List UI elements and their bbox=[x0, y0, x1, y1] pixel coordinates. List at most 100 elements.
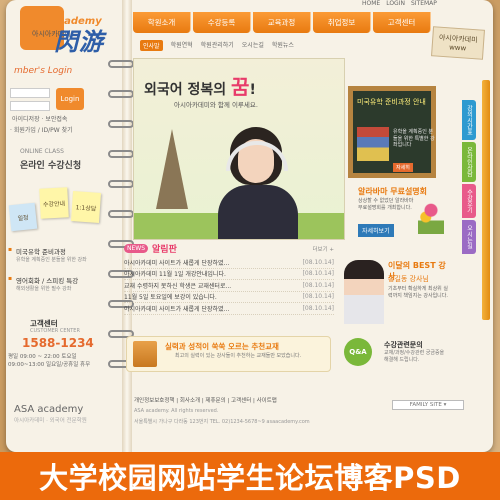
notice-row[interactable]: 아시아카데미 11월 1일 개강안내입니다. [08.10.14] bbox=[124, 269, 334, 280]
login-button[interactable]: Login bbox=[56, 88, 84, 110]
pencil-decoration bbox=[482, 80, 490, 320]
hero-title: 외국어 정복의 꿈! bbox=[144, 71, 256, 100]
notice-title: 알림판 bbox=[152, 245, 177, 255]
family-site-select[interactable]: FAMILY SITE ▾ bbox=[392, 400, 464, 410]
side-item-speaking[interactable]: 영어회화 / 스피킹 특강 해외생활을 위한 필수 강좌 bbox=[8, 273, 103, 294]
book-icon bbox=[133, 341, 157, 367]
footer-address: 서울특별시 가나구 다라동 123번지 TEL. 02)1234-5678~9 … bbox=[134, 419, 310, 425]
binder-ring bbox=[108, 60, 134, 68]
sub-nav: 인사말 학원연혁 학원관리하기 오시는길 학원뉴스 bbox=[140, 40, 294, 51]
recommended-textbook-box[interactable]: 실력과 성적이 쑥쑥 오르는 추천교재 최고의 실력이 있는 강사들이 추천하는… bbox=[126, 336, 331, 372]
sticky-consult[interactable]: 1:1상담 bbox=[70, 191, 102, 223]
nav-item-support[interactable]: 고객센터 bbox=[373, 12, 431, 33]
binder-ring bbox=[108, 150, 134, 158]
hero-title-post: ! bbox=[249, 82, 256, 98]
subnav-greeting[interactable]: 인사말 bbox=[140, 40, 163, 51]
sticky-schedule[interactable]: 일정 bbox=[8, 202, 38, 232]
notice-board: NEWS 알림판 더보기 + 아시아카데미 사이트가 새롭게 단장하였... [0… bbox=[124, 242, 334, 330]
join-find-link[interactable]: · 회원가입 / ID/PW 찾기 bbox=[10, 125, 73, 134]
notice-row[interactable]: 아시아카데미 사이트가 새롭게 단장하였... [08.10.14] bbox=[124, 303, 334, 315]
login-id-input[interactable] bbox=[10, 88, 50, 98]
binder-ring bbox=[108, 180, 134, 188]
notice-text: 11월 5일 토요일에 보강이 있습니다. bbox=[124, 294, 217, 302]
notice-date: [08.10.14] bbox=[302, 293, 334, 301]
side-item-title: 영어회화 / 스피킹 특강 bbox=[16, 277, 79, 285]
sticky-guide[interactable]: 수강안내 bbox=[39, 187, 69, 219]
nav-item-courses[interactable]: 교육과정 bbox=[253, 12, 311, 33]
footer-copyright: ASA academy. All rights reserved. bbox=[134, 408, 219, 414]
notice-header: NEWS 알림판 더보기 + bbox=[124, 242, 334, 255]
nav-item-register[interactable]: 수강등록 bbox=[193, 12, 251, 33]
customer-center-phone: 1588-1234 bbox=[22, 336, 94, 350]
notice-text: 아시아카데미 사이트가 새롭게 단장하였... bbox=[124, 259, 230, 267]
login-title: mber's Login bbox=[14, 66, 73, 76]
nav-item-about[interactable]: 학원소개 bbox=[133, 12, 191, 33]
promo-banner: 大学校园网站学生论坛博客PSD bbox=[0, 452, 500, 500]
hero-banner[interactable]: 외국어 정복의 꿈! 아시아카데미와 함께 이루세요. bbox=[133, 58, 345, 240]
best-teacher-box[interactable]: 이달의 BEST 강사 홍길동 강사님 기초부터 확실하게 최상위 실력까지 책… bbox=[340, 246, 450, 330]
side-item-desc: 유학을 계획중인 분들을 위한 강좌 bbox=[16, 257, 87, 263]
online-class-label: ONLINE CLASS bbox=[20, 148, 64, 155]
side-item-us-prep[interactable]: 미국유학 준비과정 유학을 계획중인 분들을 위한 강좌 bbox=[8, 244, 103, 265]
top-link-login[interactable]: LOGIN bbox=[386, 0, 405, 7]
footer-links[interactable]: 개인정보보호정책 | 회사소개 | 제휴문의 | 고객센터 | 사이트맵 bbox=[134, 396, 277, 404]
tag-line-2: www bbox=[448, 43, 467, 53]
side-item-desc: 해외생활을 위한 필수 강좌 bbox=[16, 286, 72, 292]
subnav-directions[interactable]: 오시는길 bbox=[242, 40, 264, 51]
flower-icon bbox=[418, 200, 444, 234]
tab-directions[interactable]: 오시는길 bbox=[462, 220, 476, 254]
seminar-more-button[interactable]: 자세히보기 bbox=[358, 224, 394, 237]
notice-date: [08.10.14] bbox=[302, 304, 334, 312]
qna-text: 교재/과정/수강관련 궁금증을 해결해 드립니다. bbox=[384, 350, 445, 363]
notice-date: [08.10.14] bbox=[302, 258, 334, 266]
side-course-list: 미국유학 준비과정 유학을 계획중인 분들을 위한 강좌 영어회화 / 스피킹 … bbox=[8, 244, 103, 294]
hero-title-em: 꿈 bbox=[231, 75, 250, 99]
subnav-manage[interactable]: 학원관리하기 bbox=[201, 40, 234, 51]
binder-ring bbox=[108, 210, 134, 218]
top-link-home[interactable]: HOME bbox=[362, 0, 380, 7]
side-item-title: 미국유학 준비과정 bbox=[16, 248, 66, 256]
chalkboard-text: 유학을 계획중인 분들을 위한 특별한 강좌입니다 bbox=[393, 129, 435, 148]
notice-date: [08.10.14] bbox=[302, 281, 334, 289]
login-password-input[interactable] bbox=[10, 101, 50, 111]
seminar-title: 알라바마 무료설명회 bbox=[358, 187, 428, 196]
subnav-history[interactable]: 학원연혁 bbox=[171, 40, 193, 51]
notice-row[interactable]: 아시아카데미 사이트가 새롭게 단장하였... [08.10.14] bbox=[124, 257, 334, 269]
login-options[interactable]: 아이디저장 · 보안접속 bbox=[12, 114, 67, 123]
student-body bbox=[218, 185, 298, 239]
subnav-news[interactable]: 학원뉴스 bbox=[272, 40, 294, 51]
teacher-photo bbox=[344, 260, 384, 324]
teacher-name: 홍길동 강사님 bbox=[388, 275, 429, 283]
tab-online-consult[interactable]: 온라인상담 bbox=[462, 142, 476, 182]
chalkboard-title: 미국유학 준비과정 안내 bbox=[357, 98, 426, 106]
notice-row[interactable]: 11월 5일 토요일에 보강이 있습니다. [08.10.14] bbox=[124, 292, 334, 303]
eiffel-tower-icon bbox=[156, 129, 188, 209]
notice-text: 아시아카데미 11월 1일 개강안내입니다. bbox=[124, 271, 226, 279]
qna-title: 수강관련문의 bbox=[384, 341, 423, 349]
notice-row[interactable]: 교재 수령하지 못하신 학생은 교재센터로... [08.10.14] bbox=[124, 280, 334, 292]
online-class-link[interactable]: 온라인 수강신청 bbox=[20, 158, 81, 171]
customer-center-hours: 평일 09:00 ~ 22:00 토요일 09:00~13:00 일요일/공휴일… bbox=[8, 354, 91, 368]
chalkboard-panel[interactable]: 미국유학 준비과정 안내 유학을 계획중인 분들을 위한 특별한 강좌입니다 자… bbox=[348, 86, 436, 178]
news-badge: NEWS bbox=[124, 244, 149, 253]
chalkboard-more-button[interactable]: 자세히 bbox=[393, 163, 413, 172]
footer-logo: ASA academy bbox=[14, 404, 84, 415]
hero-title-pre: 외국어 정복의 bbox=[144, 82, 232, 98]
footer-sub: 아시아카데미 · 외국어 전문학원 bbox=[14, 418, 87, 424]
tab-timetable[interactable]: 강의시간표 bbox=[462, 100, 476, 140]
qna-box[interactable]: Q&A 수강관련문의 교재/과정/수강관련 궁금증을 해결해 드립니다. bbox=[340, 336, 450, 372]
notice-date: [08.10.14] bbox=[302, 270, 334, 278]
binder-ring bbox=[108, 90, 134, 98]
notice-more-link[interactable]: 더보기 + bbox=[312, 245, 334, 253]
watermark-logo: 閃游 bbox=[54, 28, 104, 56]
hanging-tag: 아시아카데미 www bbox=[431, 26, 485, 60]
main-nav: 학원소개 수강등록 교육과정 취업정보 고객센터 bbox=[133, 12, 433, 33]
nav-item-jobs[interactable]: 취업정보 bbox=[313, 12, 371, 33]
notice-text: 아시아카데미 사이트가 새롭게 단장하였... bbox=[124, 305, 230, 313]
binder-ring bbox=[108, 120, 134, 128]
top-link-sitemap[interactable]: SITEMAP bbox=[411, 0, 437, 7]
qna-icon: Q&A bbox=[344, 338, 372, 366]
hero-subtitle: 아시아카데미와 함께 이루세요. bbox=[174, 101, 258, 109]
teacher-text: 기초부터 확실하게 최상위 실력까지 책임지는 강사입니다. bbox=[388, 286, 448, 299]
tab-reviews[interactable]: 수강후기 bbox=[462, 184, 476, 218]
